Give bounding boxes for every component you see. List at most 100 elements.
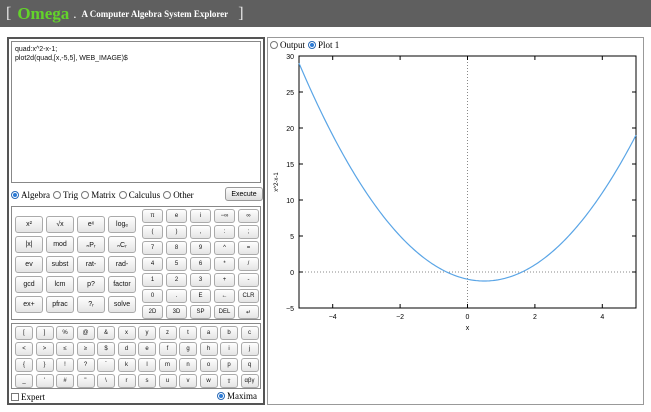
keypad-button[interactable]: . — [166, 289, 187, 303]
keypad-button[interactable]: i — [190, 209, 211, 223]
symbol-button[interactable]: q — [240, 358, 259, 372]
symbol-button[interactable]: e — [138, 342, 156, 356]
keypad-button[interactable]: - — [238, 273, 259, 287]
symbol-button[interactable]: a — [199, 326, 218, 340]
symbol-button[interactable]: ≤ — [56, 342, 74, 356]
symbol-button[interactable]: o — [199, 358, 218, 372]
symbol-button[interactable]: t — [179, 326, 197, 340]
symbol-button[interactable]: & — [97, 326, 115, 340]
keypad-button[interactable]: 1 — [142, 273, 163, 287]
symbol-button[interactable]: p — [220, 358, 238, 372]
symbol-button[interactable]: s — [138, 374, 156, 388]
keypad-button[interactable]: 2 — [166, 273, 187, 287]
symbol-button[interactable]: $ — [97, 342, 115, 356]
symbol-button[interactable]: { — [15, 358, 33, 372]
keypad-button[interactable]: ← — [214, 289, 235, 303]
symbol-button[interactable]: r — [117, 374, 136, 388]
symbol-button[interactable]: x — [117, 326, 136, 340]
symbol-button[interactable]: u — [158, 374, 177, 388]
function-button[interactable]: eˣ — [77, 216, 105, 233]
keypad-button[interactable]: E — [190, 289, 211, 303]
symbol-button[interactable]: v — [179, 374, 197, 388]
symbol-button[interactable]: j — [240, 342, 259, 356]
radio-circle[interactable] — [270, 41, 278, 49]
keypad-button[interactable]: SP — [190, 305, 211, 319]
function-button[interactable]: ev — [15, 256, 43, 273]
radio-circle[interactable] — [81, 191, 90, 199]
function-button[interactable]: rad- — [108, 256, 136, 273]
symbol-button[interactable]: m — [158, 358, 177, 372]
keypad-button[interactable]: π — [142, 209, 163, 223]
keypad-button[interactable]: : — [214, 225, 235, 239]
category-option[interactable]: Other — [163, 190, 194, 200]
function-button[interactable]: ?ᵣ — [77, 296, 105, 313]
keypad-button[interactable]: 7 — [142, 241, 163, 255]
function-button[interactable]: p? — [77, 276, 105, 293]
keypad-button[interactable]: −∞ — [214, 209, 235, 223]
symbol-button[interactable]: } — [35, 358, 54, 372]
function-button[interactable]: |x| — [15, 236, 43, 253]
keypad-button[interactable]: 6 — [190, 257, 211, 271]
symbol-button[interactable]: d — [117, 342, 136, 356]
symbol-button[interactable]: l — [138, 358, 156, 372]
symbol-button[interactable]: b — [220, 326, 238, 340]
symbol-button[interactable]: k — [117, 358, 136, 372]
symbol-button[interactable]: ≥ — [76, 342, 95, 356]
keypad-button[interactable]: / — [238, 257, 259, 271]
keypad-button[interactable]: 5 — [166, 257, 187, 271]
keypad-button[interactable]: 2D — [142, 305, 163, 319]
function-button[interactable]: rat- — [77, 256, 105, 273]
symbol-button[interactable]: f — [158, 342, 177, 356]
function-button[interactable]: solve — [108, 296, 136, 313]
maxima-radio[interactable] — [217, 392, 225, 400]
symbol-button[interactable]: i — [220, 342, 238, 356]
symbol-button[interactable]: ` — [97, 358, 115, 372]
keypad-button[interactable]: 8 — [166, 241, 187, 255]
function-button[interactable]: logₑ — [108, 216, 136, 233]
symbol-button[interactable]: " — [76, 374, 95, 388]
radio-circle[interactable] — [118, 191, 127, 199]
keypad-button[interactable]: ↵ — [238, 305, 259, 319]
code-editor[interactable]: quad:x^2-x-1; plot2d(quad,[x,-5,5], WEB_… — [11, 41, 261, 183]
engine-option[interactable]: Maxima — [217, 391, 257, 401]
function-button[interactable]: ₙPᵣ — [77, 236, 105, 253]
function-button[interactable]: subst — [46, 256, 74, 273]
expert-checkbox[interactable] — [11, 393, 19, 401]
symbol-button[interactable]: ] — [35, 326, 54, 340]
execute-button[interactable]: Execute — [225, 187, 263, 201]
symbol-button[interactable]: w — [199, 374, 218, 388]
keypad-button[interactable]: ( — [142, 225, 163, 239]
radio-circle[interactable] — [308, 41, 317, 49]
symbol-button[interactable]: z — [158, 326, 177, 340]
radio-circle[interactable] — [53, 191, 61, 199]
keypad-button[interactable]: ) — [166, 225, 187, 239]
keypad-button[interactable]: ^ — [214, 241, 235, 255]
symbol-button[interactable]: _ — [15, 374, 33, 388]
symbol-button[interactable]: @ — [76, 326, 95, 340]
function-button[interactable]: gcd — [15, 276, 43, 293]
radio-circle[interactable] — [163, 191, 172, 199]
symbol-button[interactable]: ' — [35, 374, 54, 388]
symbol-button[interactable]: [ — [15, 326, 33, 340]
keypad-button[interactable]: e — [166, 209, 187, 223]
keypad-button[interactable]: ; — [238, 225, 259, 239]
category-option[interactable]: Trig — [53, 190, 78, 200]
keypad-button[interactable]: 3 — [190, 273, 211, 287]
symbol-button[interactable]: αβγ — [240, 374, 259, 388]
symbol-button[interactable]: % — [56, 326, 74, 340]
symbol-button[interactable]: n — [179, 358, 197, 372]
keypad-button[interactable]: ∞ — [238, 209, 259, 223]
keypad-button[interactable]: * — [214, 257, 235, 271]
keypad-button[interactable]: DEL — [214, 305, 235, 319]
keypad-button[interactable]: 3D — [166, 305, 187, 319]
category-option[interactable]: Algebra — [11, 190, 50, 200]
keypad-button[interactable]: 9 — [190, 241, 211, 255]
keypad-button[interactable]: + — [214, 273, 235, 287]
function-button[interactable]: √x — [46, 216, 74, 233]
function-button[interactable]: pfrac — [46, 296, 74, 313]
function-button[interactable]: factor — [108, 276, 136, 293]
keypad-button[interactable]: 0 — [142, 289, 163, 303]
symbol-button[interactable]: ! — [56, 358, 74, 372]
symbol-button[interactable]: ⇧ — [220, 374, 238, 388]
category-option[interactable]: Calculus — [118, 190, 160, 200]
